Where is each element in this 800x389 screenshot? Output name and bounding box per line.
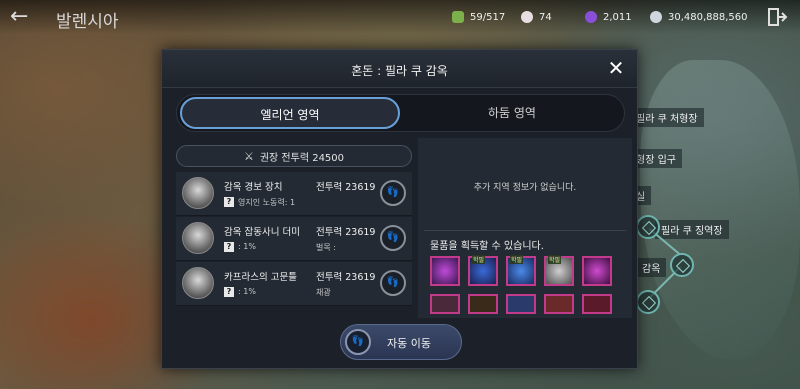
footsteps-icon: 👣 [345, 329, 371, 355]
resource-pearl[interactable]: 74 [521, 9, 552, 25]
gem-icon [585, 11, 597, 23]
exit-button[interactable] [766, 6, 788, 28]
pearl-count: 74 [539, 11, 552, 23]
drop-item[interactable]: 학필 [468, 255, 498, 286]
drop-item[interactable] [430, 256, 460, 286]
map-label-prison[interactable]: 감옥 [636, 258, 667, 277]
drop-item[interactable] [430, 294, 460, 314]
tab-hadum-region[interactable]: 하둠 영역 [402, 97, 622, 129]
recommended-power-badge: ⚔ 권장 전투력 24500 [176, 145, 412, 167]
back-button[interactable]: ← [10, 6, 38, 28]
gem-count: 2,011 [603, 11, 632, 23]
close-button[interactable]: ✕ [607, 56, 625, 80]
crossed-swords-icon: ⚔ [243, 149, 254, 163]
monster-sub-info-2: 벌목 : [316, 243, 336, 252]
monster-power: 전투력 23619 [316, 182, 376, 193]
list-item[interactable]: 카프라스의 고문틀 전투력 23619 ? : 1% 채광 👣 [176, 262, 412, 306]
exit-door-icon [768, 8, 788, 26]
arrow-left-icon: ← [10, 4, 29, 29]
item-tag: 학필 [548, 255, 562, 264]
monster-name: 감옥 경보 장치 [224, 182, 283, 193]
resource-silver[interactable]: 30,480,888,560 [650, 9, 748, 25]
monster-portrait [182, 267, 214, 299]
region-tabs: 엘리언 영역 하둠 영역 [176, 94, 625, 132]
drop-item[interactable]: 학필 [506, 255, 536, 286]
map-node-icon[interactable] [636, 290, 660, 314]
bag-icon [452, 11, 464, 23]
navigate-button[interactable]: 👣 [380, 180, 406, 206]
close-icon: ✕ [607, 56, 625, 80]
list-item[interactable]: 감옥 경보 장치 전투력 23619 ? 영지인 노동력: 1 👣 [176, 172, 412, 216]
monster-power: 전투력 23619 [316, 272, 376, 283]
item-tag: 학필 [472, 255, 486, 264]
auto-move-label: 자동 이동 [387, 337, 431, 350]
drops-title: 물품을 획득할 수 있습니다. [430, 241, 544, 252]
drop-item[interactable]: 학필 [544, 255, 574, 286]
inventory-count: 59/517 [470, 11, 506, 23]
resource-gem[interactable]: 2,011 [585, 9, 632, 25]
help-icon: ? [224, 242, 234, 252]
map-node-icon[interactable] [636, 215, 660, 239]
resource-inventory[interactable]: 59/517 [452, 9, 505, 25]
page-title: 발렌시아 [56, 12, 119, 32]
drop-item[interactable] [468, 294, 498, 314]
navigate-button[interactable]: 👣 [380, 270, 406, 296]
help-icon: ? [224, 287, 234, 297]
map-node-icon[interactable] [670, 253, 694, 277]
dungeon-info-modal: 혼돈 : 필라 쿠 감옥 ✕ 엘리언 영역 하둠 영역 ⚔ 권장 전투력 245… [161, 49, 638, 369]
monster-sub-info-2: 채광 [316, 288, 331, 297]
modal-header: 혼돈 : 필라 쿠 감옥 ✕ [162, 50, 637, 88]
monster-sub-info: 영지인 노동력: 1 [238, 198, 296, 207]
divider [424, 230, 626, 231]
drop-item[interactable] [582, 294, 612, 314]
silver-count: 30,480,888,560 [668, 11, 748, 23]
drop-item[interactable] [544, 294, 574, 314]
monster-portrait [182, 222, 214, 254]
footsteps-icon: 👣 [386, 187, 400, 198]
silver-icon [650, 11, 662, 23]
footsteps-icon: 👣 [386, 277, 400, 288]
monster-list: ⚔ 권장 전투력 24500 감옥 경보 장치 전투력 23619 ? 영지인 … [172, 142, 416, 314]
modal-title: 혼돈 : 필라 쿠 감옥 [351, 64, 448, 78]
recommended-power-text: 권장 전투력 24500 [259, 152, 345, 164]
auto-move-button[interactable]: 👣 자동 이동 [340, 324, 462, 360]
monster-name: 카프라스의 고문틀 [224, 272, 297, 283]
map-label-labor-camp[interactable]: 필라 쿠 징역장 [655, 220, 729, 239]
top-bar: ← 발렌시아 59/517 74 2,011 30,480,888,560 [0, 0, 800, 34]
monster-power: 전투력 23619 [316, 227, 376, 238]
drop-item[interactable] [506, 294, 536, 314]
no-info-text: 추가 지역 정보가 없습니다. [473, 183, 577, 193]
item-tag: 학필 [510, 255, 524, 264]
monster-name: 감옥 잡동사니 더미 [224, 227, 300, 238]
help-icon: ? [224, 197, 234, 207]
navigate-button[interactable]: 👣 [380, 225, 406, 251]
footsteps-icon: 👣 [386, 232, 400, 243]
tab-elion-region[interactable]: 엘리언 영역 [180, 97, 400, 129]
monster-sub-info: : 1% [238, 242, 256, 251]
monster-sub-info: : 1% [238, 287, 256, 296]
region-info-panel: 추가 지역 정보가 없습니다. 물품을 획득할 수 있습니다. 학필 학필 학필 [418, 138, 632, 318]
pearl-icon [521, 11, 533, 23]
monster-portrait [182, 177, 214, 209]
list-item[interactable]: 감옥 잡동사니 더미 전투력 23619 ? : 1% 벌목 : 👣 [176, 217, 412, 261]
map-label-execution-ground[interactable]: 필라 쿠 처형장 [630, 108, 704, 127]
drop-item[interactable] [582, 256, 612, 286]
